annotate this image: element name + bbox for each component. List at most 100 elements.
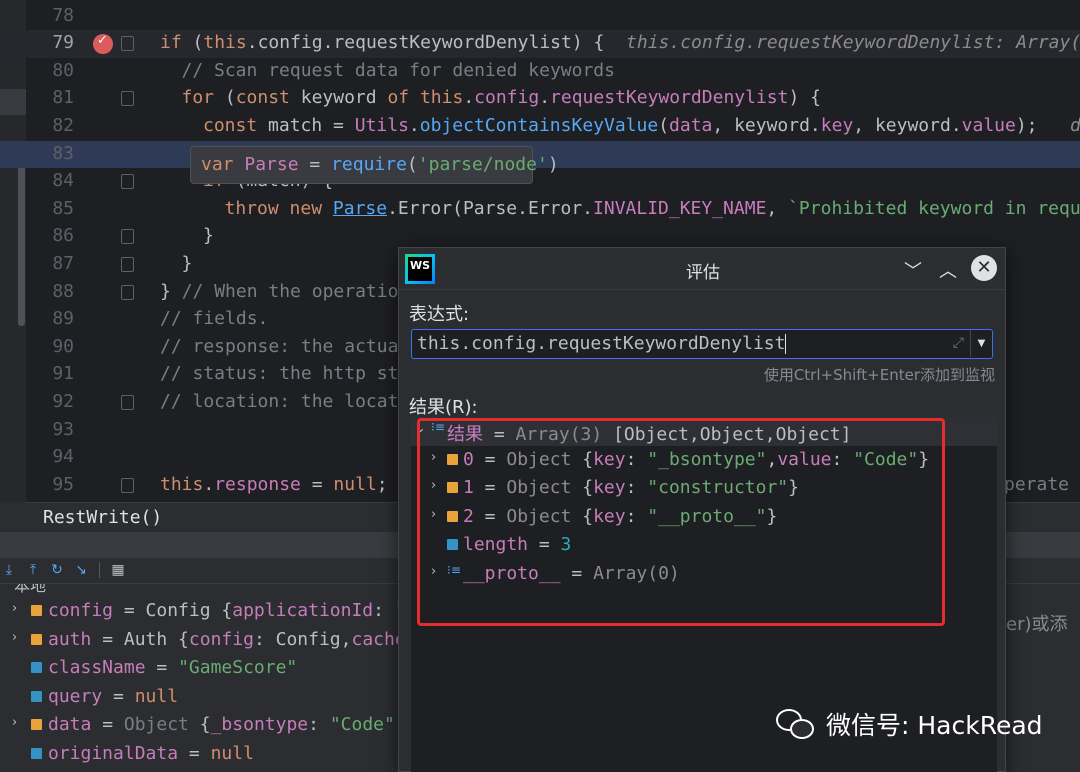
fold-marker-icon[interactable] <box>121 284 134 300</box>
collapse-arrow-icon[interactable]: ⌄ <box>415 421 426 436</box>
expression-value[interactable]: this.config.requestKeywordDenylist <box>417 333 785 354</box>
var-token: { <box>188 714 211 735</box>
result-tree-row[interactable]: › 2 = Object {key: "__proto__"} <box>411 503 997 532</box>
code-text[interactable]: // response: the actual <box>160 336 409 357</box>
result-token: { <box>582 477 594 498</box>
code-text[interactable]: // Scan request data for denied keywords <box>182 60 615 81</box>
line-number[interactable]: 81 <box>30 87 74 108</box>
code-token: Error( <box>397 197 463 219</box>
result-token: "_bsontype" <box>647 448 767 470</box>
code-token: ); <box>1015 114 1071 136</box>
line-number[interactable]: 79 <box>30 32 74 53</box>
code-text[interactable]: } <box>182 253 193 274</box>
code-line[interactable]: 82 const match = Utils.objectContainsKeyV… <box>0 113 1080 141</box>
code-text[interactable]: // fields. <box>160 308 268 329</box>
line-number[interactable]: 84 <box>30 170 74 191</box>
expand-editor-icon[interactable]: ⤢ <box>953 335 964 351</box>
code-line[interactable]: 78 <box>0 3 1080 31</box>
fold-marker-icon[interactable] <box>121 36 134 52</box>
expand-arrow-icon[interactable]: › <box>431 478 436 493</box>
result-token: Object <box>506 505 583 527</box>
expand-arrow-icon[interactable]: › <box>12 630 17 645</box>
code-text[interactable]: if (this.config.requestKeywordDenylist) … <box>160 32 1080 53</box>
code-line[interactable]: 85 throw new Parse.Error(Parse.Error.INVA… <box>0 196 1080 224</box>
code-text[interactable]: throw new Parse.Error(Parse.Error.INVALI… <box>225 198 1080 219</box>
result-tree-row[interactable]: length = 3 <box>411 531 997 560</box>
expand-arrow-icon[interactable]: › <box>12 715 17 730</box>
fold-marker-icon[interactable] <box>121 256 134 272</box>
tooltip-token <box>234 154 245 175</box>
code-token: data <box>1070 114 1080 136</box>
result-text: 1 = Object {key: "constructor"} <box>463 477 799 498</box>
evaluate-table-icon[interactable]: ▦ <box>109 562 127 580</box>
line-number[interactable]: 85 <box>30 198 74 219</box>
code-text[interactable]: for (const keyword of this.config.reques… <box>182 87 821 108</box>
line-number[interactable]: 91 <box>30 363 74 384</box>
code-token: const <box>203 114 258 136</box>
result-text: length = 3 <box>463 534 571 555</box>
tooltip-token: Parse <box>244 154 299 175</box>
code-line[interactable]: 81 for (const keyword of this.config.requ… <box>0 85 1080 113</box>
chevron-up-icon[interactable]: ︿ <box>939 257 957 283</box>
code-line[interactable]: 79 if (this.config.requestKeywordDenylist… <box>0 30 1080 58</box>
code-token: ) { <box>788 87 821 109</box>
text-cursor <box>785 334 787 354</box>
fold-marker-icon[interactable] <box>121 229 134 245</box>
primitive-icon <box>31 662 42 673</box>
close-button[interactable]: ✕ <box>971 255 997 281</box>
fold-marker-icon[interactable] <box>121 394 134 410</box>
expand-arrow-icon[interactable]: › <box>431 450 436 465</box>
code-token: // Scan request data for denied keywords <box>181 59 615 81</box>
code-token: } <box>160 280 182 302</box>
line-number[interactable]: 89 <box>30 308 74 329</box>
rerun-icon[interactable]: ↻ <box>48 562 66 580</box>
line-number[interactable]: 87 <box>30 253 74 274</box>
var-token: Object <box>123 714 189 735</box>
step-into-icon[interactable]: ⤓ <box>0 562 18 580</box>
line-number[interactable]: 83 <box>30 143 74 164</box>
line-number[interactable]: 78 <box>30 5 74 26</box>
code-text[interactable]: } // When the operation <box>160 281 409 302</box>
code-token: ( <box>658 114 670 136</box>
line-number[interactable]: 94 <box>30 446 74 467</box>
var-token: = Config { <box>113 600 233 621</box>
chevron-down-icon[interactable]: ﹀ <box>904 257 922 283</box>
code-line[interactable]: 80 // Scan request data for denied keywor… <box>0 58 1080 86</box>
result-tree-row[interactable]: › 1 = Object {key: "constructor"} <box>411 474 997 503</box>
line-number[interactable]: 90 <box>30 336 74 357</box>
history-dropdown-button[interactable]: ▼ <box>970 330 992 357</box>
fold-marker-icon[interactable] <box>121 91 134 107</box>
expression-input[interactable]: this.config.requestKeywordDenylist ⤢ ▼ <box>411 329 993 359</box>
local-section-label[interactable]: 本地 <box>14 584 46 596</box>
code-text[interactable]: // location: the locat <box>160 391 398 412</box>
result-tree-row[interactable]: › 0 = Object {key: "_bsontype",value: "Co… <box>411 446 997 475</box>
result-tree-row[interactable]: › ⁝≡ __proto__ = Array(0) <box>411 560 997 589</box>
breakpoint-icon[interactable] <box>93 33 113 55</box>
step-out-icon[interactable]: ⤒ <box>24 562 42 580</box>
line-number[interactable]: 82 <box>30 115 74 136</box>
var-token: originalData <box>48 742 179 764</box>
code-text[interactable]: } <box>203 225 214 246</box>
dialog-title-bar[interactable]: WS 评估 ﹀ ︿ ✕ <box>399 248 1005 290</box>
fold-marker-icon[interactable] <box>121 477 134 493</box>
add-to-watches-hint: 使用Ctrl+Shift+Enter添加到监视 <box>763 366 995 384</box>
code-token: this <box>203 32 247 54</box>
code-text[interactable]: // status: the http sta <box>160 363 409 384</box>
code-text[interactable]: const match = Utils.objectContainsKeyVal… <box>203 115 1080 136</box>
line-number[interactable]: 80 <box>30 60 74 81</box>
breadcrumb-function[interactable]: RestWrite() <box>43 507 162 528</box>
var-token: auth <box>48 628 92 650</box>
line-number[interactable]: 86 <box>30 225 74 246</box>
run-to-cursor-icon[interactable]: ↘ <box>72 562 90 580</box>
line-number[interactable]: 93 <box>30 419 74 440</box>
fold-marker-icon[interactable] <box>121 174 134 190</box>
code-text[interactable]: this.response = null; <box>160 474 388 495</box>
line-number[interactable]: 95 <box>30 474 74 495</box>
expand-arrow-icon[interactable]: › <box>12 601 17 616</box>
line-number[interactable]: 88 <box>30 281 74 302</box>
line-number[interactable]: 92 <box>30 391 74 412</box>
var-token: null <box>134 685 179 707</box>
expand-arrow-icon[interactable]: › <box>431 564 436 579</box>
expand-arrow-icon[interactable]: › <box>431 507 436 522</box>
result-tree-row[interactable]: ⌄ ⁝≡ 结果 = Array(3) [Object,Object,Object] <box>411 417 997 446</box>
